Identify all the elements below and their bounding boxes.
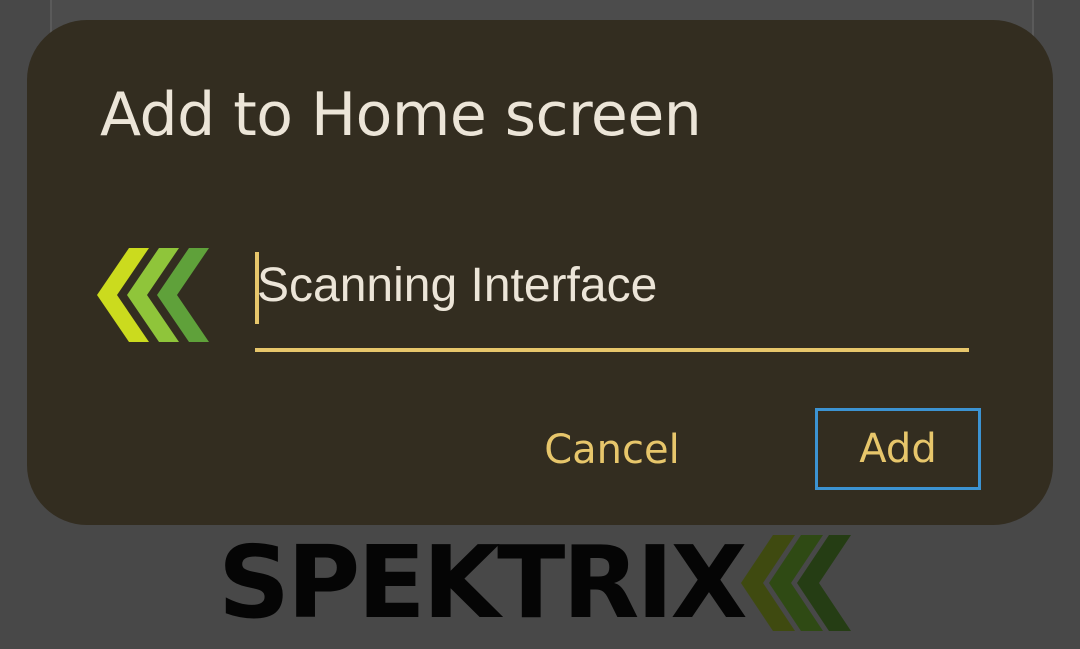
- add-to-home-screen-dialog: Add to Home screen Scanning Interface Ca…: [27, 20, 1053, 525]
- spektrix-chevrons-icon: [740, 535, 851, 631]
- background-logo: SPEKTRIX: [218, 528, 851, 638]
- shortcut-name-input[interactable]: Scanning Interface: [255, 252, 969, 352]
- dialog-title: Add to Home screen: [100, 80, 702, 150]
- spektrix-chevrons-icon: [97, 248, 209, 342]
- cancel-button[interactable]: Cancel: [527, 415, 697, 485]
- add-button[interactable]: Add: [815, 408, 981, 490]
- background-logo-text: SPEKTRIX: [218, 524, 748, 641]
- shortcut-name-value: Scanning Interface: [257, 259, 658, 312]
